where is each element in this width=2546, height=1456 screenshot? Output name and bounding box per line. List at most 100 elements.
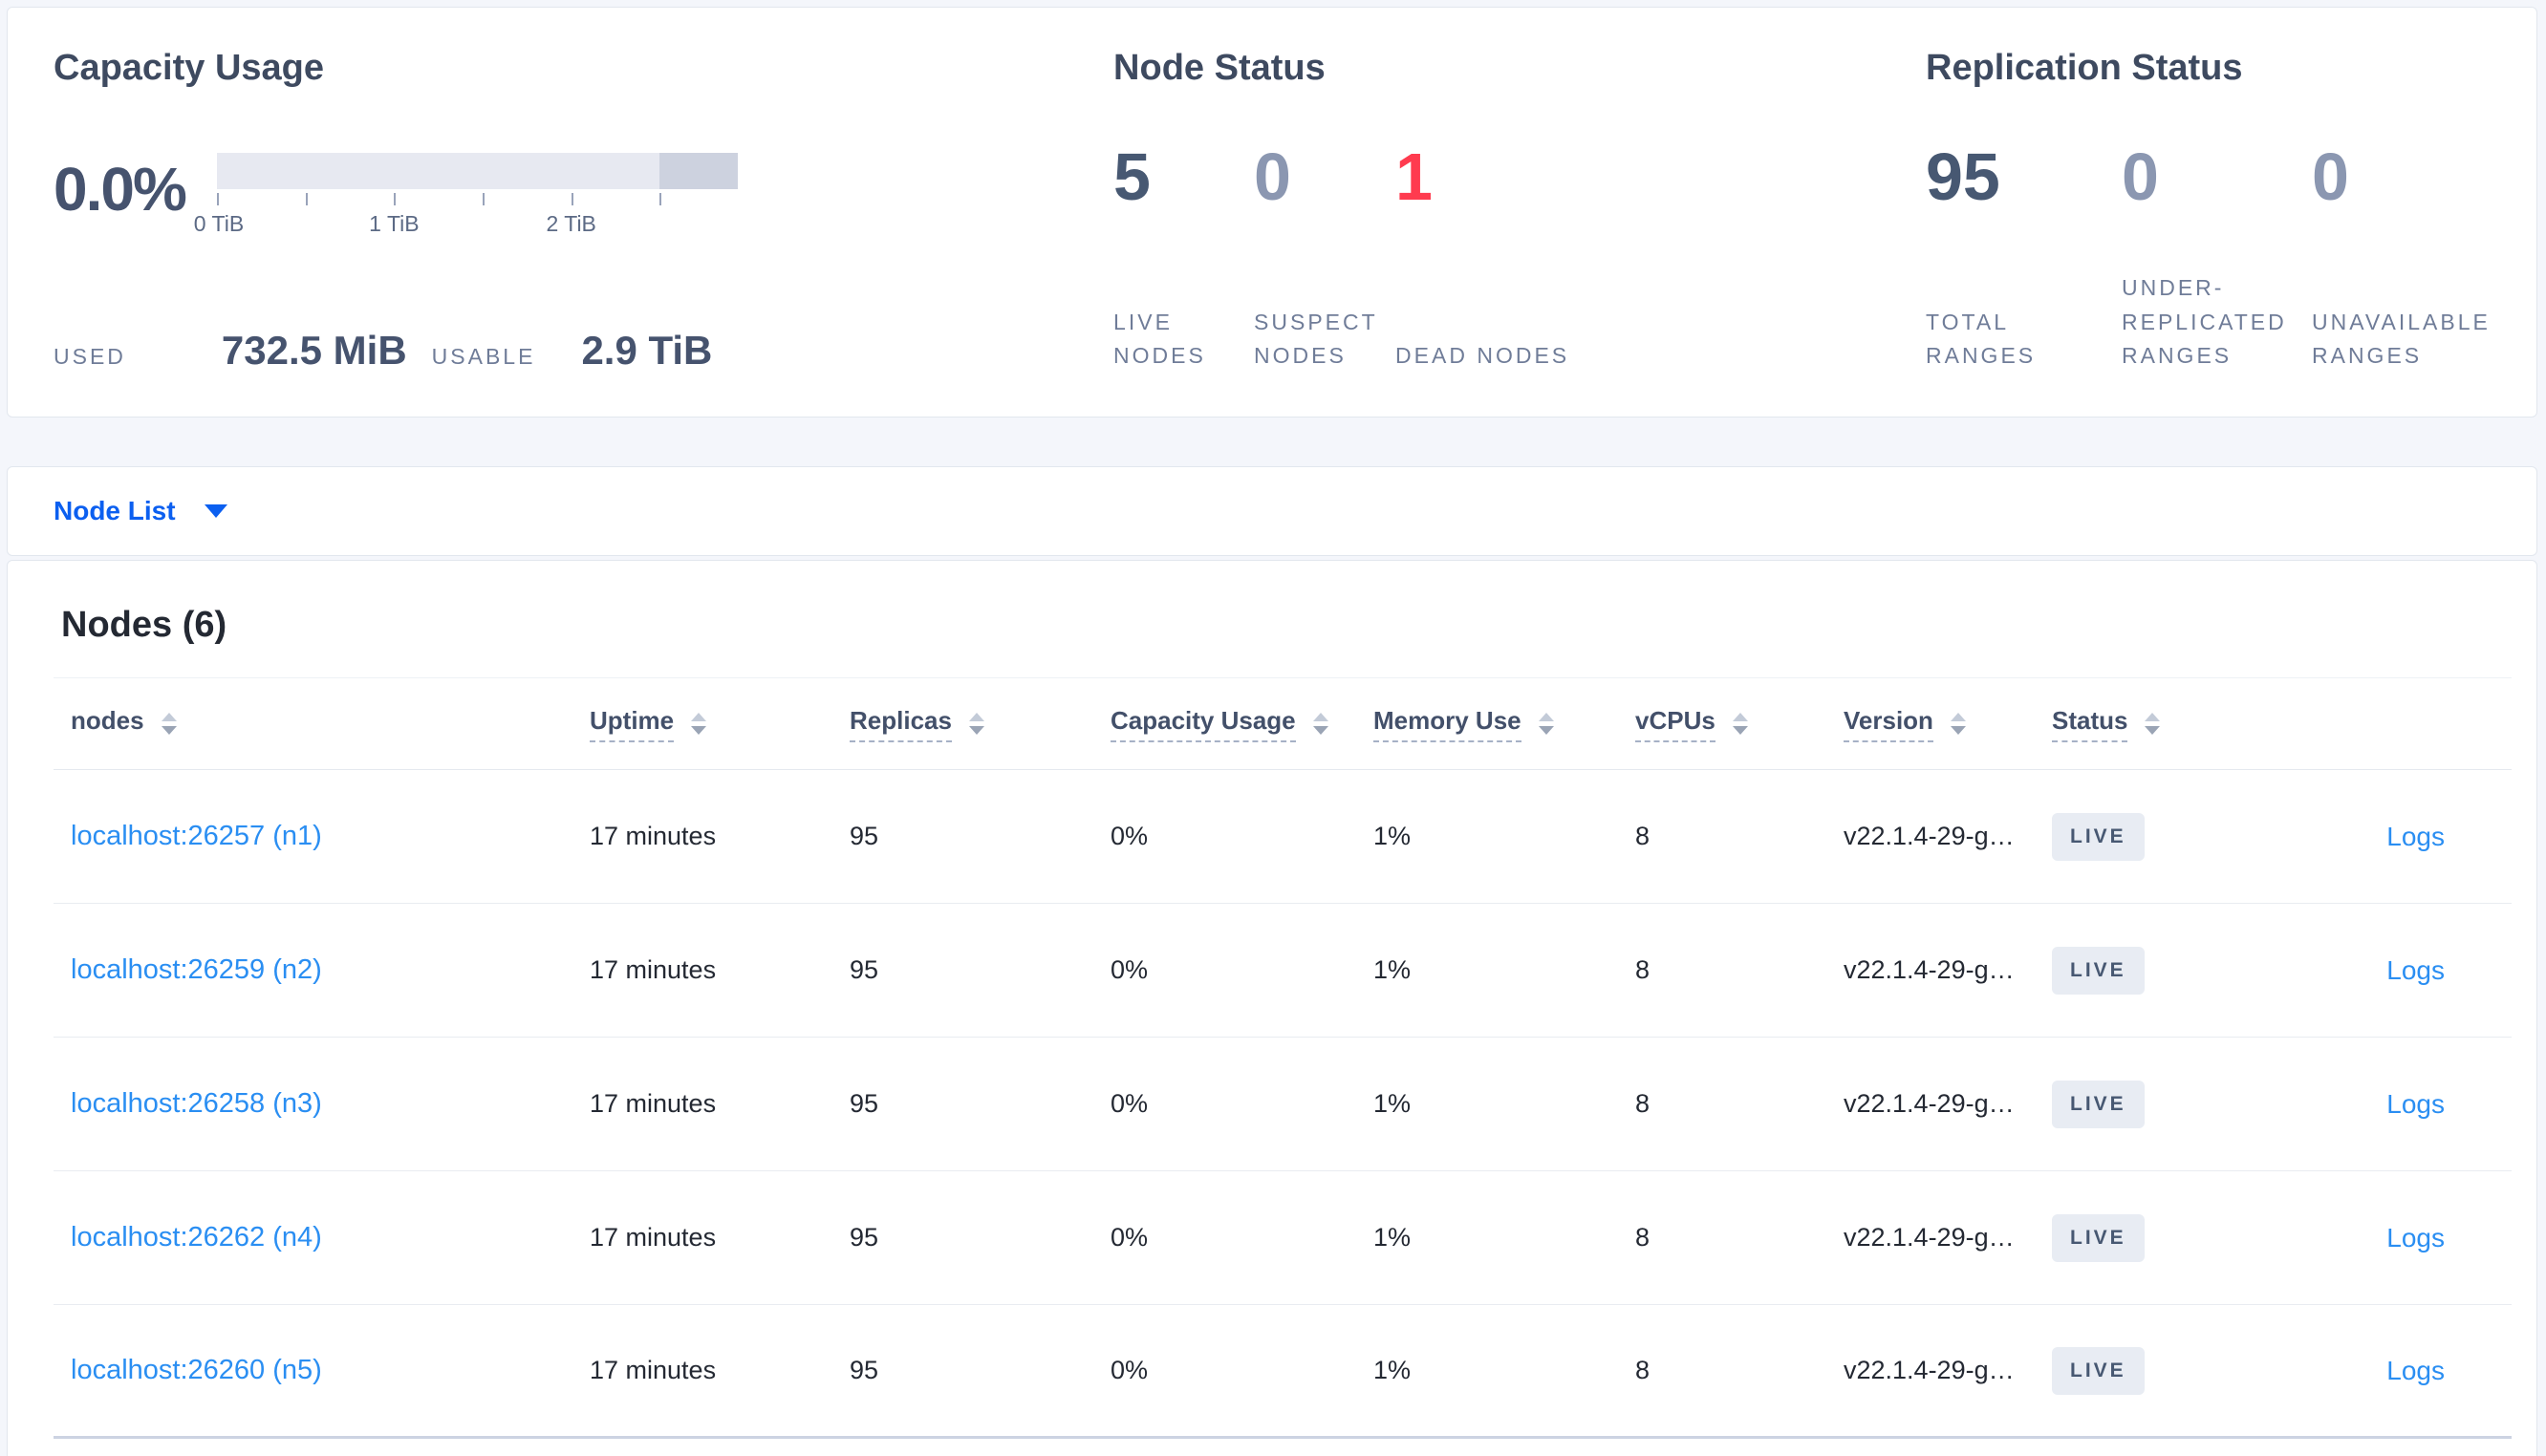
live-nodes-stat: 5 LIVE NODES bbox=[1113, 143, 1254, 374]
capacity-usage-cell: 0% bbox=[1111, 1356, 1149, 1384]
capacity-percent-value: 0.0% bbox=[54, 155, 187, 224]
vcpus-cell: 8 bbox=[1635, 1089, 1651, 1118]
vcpus-cell: 8 bbox=[1635, 822, 1651, 850]
total-ranges-stat: 95 TOTAL RANGES bbox=[1926, 143, 2122, 374]
sort-icon[interactable] bbox=[1950, 713, 1966, 735]
total-ranges-label: TOTAL RANGES bbox=[1926, 309, 2037, 369]
node-status-section: Node Status 5 LIVE NODES 0 SUSPECT NODES… bbox=[1113, 8, 1918, 417]
under-replicated-ranges-value: 0 bbox=[2122, 139, 2159, 214]
sort-icon[interactable] bbox=[1732, 713, 1748, 735]
node-status-title: Node Status bbox=[1113, 48, 1326, 88]
column-label-capacity-usage: Capacity Usage bbox=[1111, 706, 1296, 742]
column-header[interactable]: Capacity Usage bbox=[1111, 706, 1373, 742]
total-ranges-value: 95 bbox=[1926, 139, 2000, 214]
column-label-status: Status bbox=[2052, 706, 2128, 742]
view-selector-dropdown[interactable]: Node List bbox=[7, 466, 2537, 556]
node-address-link[interactable]: localhost:26259 (n2) bbox=[71, 954, 322, 985]
version-cell: v22.1.4-29-g… bbox=[1844, 1089, 2015, 1118]
version-cell: v22.1.4-29-g… bbox=[1844, 1356, 2015, 1384]
capacity-bar: 0 TiB 1 TiB 2 TiB bbox=[194, 153, 738, 240]
capacity-usage-section: Capacity Usage 0.0% 0 TiB 1 TiB 2 TiB US… bbox=[8, 8, 1113, 417]
node-address-link[interactable]: localhost:26260 (n5) bbox=[71, 1355, 322, 1385]
column-label-nodes: nodes bbox=[71, 705, 144, 735]
under-replicated-ranges-stat: 0 UNDER-REPLICATED RANGES bbox=[2122, 143, 2312, 374]
status-badge: LIVE bbox=[2052, 1080, 2145, 1128]
uptime-cell: 17 minutes bbox=[590, 1356, 717, 1384]
status-badge: LIVE bbox=[2052, 1213, 2145, 1262]
vcpus-cell: 8 bbox=[1635, 1223, 1651, 1252]
logs-link[interactable]: Logs bbox=[2386, 955, 2445, 985]
column-header[interactable]: Replicas bbox=[850, 706, 1111, 742]
nodes-table: nodes Uptime Replicas Capacity Usage Mem… bbox=[54, 677, 2512, 1439]
replicas-cell: 95 bbox=[850, 1089, 879, 1118]
node-address-link[interactable]: localhost:26262 (n4) bbox=[71, 1222, 322, 1253]
capacity-usage-cell: 0% bbox=[1111, 822, 1149, 850]
replication-status-title: Replication Status bbox=[1926, 48, 2243, 88]
column-header[interactable]: Version bbox=[1844, 706, 2052, 742]
table-row: localhost:26257 (n1) 17 minutes 95 0% 1%… bbox=[54, 770, 2512, 904]
table-row: localhost:26258 (n3) 17 minutes 95 0% 1%… bbox=[54, 1038, 2512, 1171]
column-header[interactable]: Uptime bbox=[590, 706, 850, 742]
view-selector-label[interactable]: Node List bbox=[54, 496, 176, 526]
table-header-row: nodes Uptime Replicas Capacity Usage Mem… bbox=[54, 677, 2512, 770]
used-label: USED bbox=[54, 344, 126, 369]
memory-use-cell: 1% bbox=[1373, 1089, 1412, 1118]
axis-label: 0 TiB bbox=[193, 211, 245, 236]
logs-link[interactable]: Logs bbox=[2386, 822, 2445, 851]
status-badge: LIVE bbox=[2052, 812, 2145, 861]
uptime-cell: 17 minutes bbox=[590, 1089, 717, 1118]
replication-status-section: Replication Status 95 TOTAL RANGES 0 UND… bbox=[1918, 8, 2536, 417]
caret-down-icon bbox=[204, 504, 227, 518]
logs-link[interactable]: Logs bbox=[2386, 1223, 2445, 1253]
vcpus-cell: 8 bbox=[1635, 1356, 1651, 1384]
status-badge: LIVE bbox=[2052, 1346, 2145, 1395]
node-status-stats: 5 LIVE NODES 0 SUSPECT NODES 1 DEAD NODE… bbox=[1113, 143, 1918, 374]
replicas-cell: 95 bbox=[850, 955, 879, 984]
sort-icon[interactable] bbox=[161, 713, 177, 735]
logs-link[interactable]: Logs bbox=[2386, 1356, 2445, 1385]
status-badge: LIVE bbox=[2052, 946, 2145, 995]
node-address-link[interactable]: localhost:26257 (n1) bbox=[71, 821, 322, 851]
logs-link[interactable]: Logs bbox=[2386, 1089, 2445, 1119]
replicas-cell: 95 bbox=[850, 822, 879, 850]
memory-use-cell: 1% bbox=[1373, 1356, 1412, 1384]
vcpus-cell: 8 bbox=[1635, 955, 1651, 984]
suspect-nodes-stat: 0 SUSPECT NODES bbox=[1254, 143, 1395, 374]
suspect-nodes-value: 0 bbox=[1254, 139, 1291, 214]
under-replicated-ranges-label: UNDER-REPLICATED RANGES bbox=[2122, 275, 2287, 369]
sort-icon[interactable] bbox=[1312, 713, 1328, 735]
column-header[interactable]: Memory Use bbox=[1373, 706, 1635, 742]
sort-icon[interactable] bbox=[691, 713, 707, 735]
capacity-usage-detail: USED 732.5 MiB USABLE 2.9 TiB bbox=[54, 328, 1113, 374]
axis-label: 2 TiB bbox=[546, 211, 596, 236]
replicas-cell: 95 bbox=[850, 1223, 879, 1252]
uptime-cell: 17 minutes bbox=[590, 822, 717, 850]
capacity-bar-track bbox=[217, 153, 738, 189]
column-header[interactable]: vCPUs bbox=[1635, 706, 1844, 742]
live-nodes-value: 5 bbox=[1113, 139, 1151, 214]
unavailable-ranges-stat: 0 UNAVAILABLE RANGES bbox=[2312, 143, 2536, 374]
usable-value: 2.9 TiB bbox=[581, 328, 713, 373]
column-label-memory-use: Memory Use bbox=[1373, 706, 1521, 742]
version-cell: v22.1.4-29-g… bbox=[1844, 1223, 2015, 1252]
capacity-axis-labels: 0 TiB 1 TiB 2 TiB bbox=[194, 211, 738, 240]
live-nodes-label: LIVE NODES bbox=[1113, 309, 1206, 369]
capacity-usage-cell: 0% bbox=[1111, 1089, 1149, 1118]
dead-nodes-label: DEAD NODES bbox=[1395, 343, 1570, 369]
nodes-panel: Nodes (6) nodes Uptime Replicas Capacity… bbox=[7, 560, 2537, 1456]
cluster-summary-card: Capacity Usage 0.0% 0 TiB 1 TiB 2 TiB US… bbox=[7, 7, 2537, 418]
column-label-vcpus: vCPUs bbox=[1635, 706, 1715, 742]
sort-icon[interactable] bbox=[2145, 713, 2161, 735]
column-header[interactable]: nodes bbox=[54, 706, 590, 742]
unavailable-ranges-value: 0 bbox=[2312, 139, 2349, 214]
sort-icon[interactable] bbox=[1538, 713, 1554, 735]
column-header[interactable]: Status bbox=[2052, 706, 2281, 742]
usable-label: USABLE bbox=[431, 344, 536, 369]
capacity-gauge: 0.0% 0 TiB 1 TiB 2 TiB bbox=[54, 153, 1113, 240]
sort-icon[interactable] bbox=[968, 713, 984, 735]
uptime-cell: 17 minutes bbox=[590, 955, 717, 984]
memory-use-cell: 1% bbox=[1373, 1223, 1412, 1252]
node-address-link[interactable]: localhost:26258 (n3) bbox=[71, 1088, 322, 1119]
nodes-title: Nodes (6) bbox=[61, 605, 227, 645]
column-label-uptime: Uptime bbox=[590, 706, 675, 742]
